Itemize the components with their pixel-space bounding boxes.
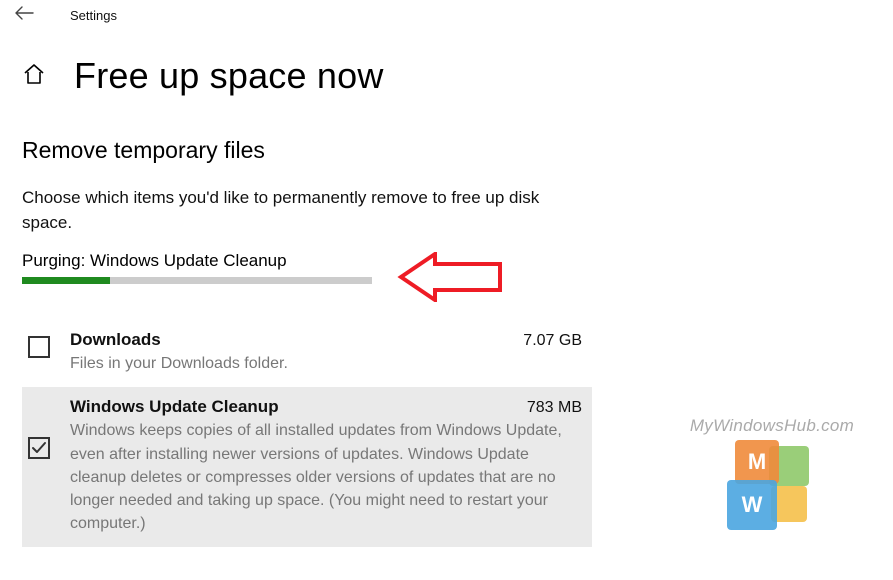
checkbox-unchecked[interactable] (28, 336, 50, 358)
progress-status: Purging: Windows Update Cleanup (22, 251, 598, 271)
item-name: Downloads (70, 330, 161, 350)
home-icon[interactable] (22, 62, 46, 91)
list-item[interactable]: Windows Update Cleanup 783 MB Windows ke… (22, 387, 592, 547)
item-size: 783 MB (527, 399, 582, 417)
app-title: Settings (70, 8, 117, 23)
section-description: Choose which items you'd like to permane… (22, 186, 562, 235)
progress-bar (22, 277, 372, 284)
watermark-text: MyWindowsHub.com (687, 416, 857, 436)
watermark-logo-icon: M W (727, 440, 817, 530)
back-icon[interactable] (14, 6, 34, 25)
cleanup-item-list: Downloads 7.07 GB Files in your Download… (22, 320, 598, 547)
page-title: Free up space now (74, 55, 384, 97)
section-title: Remove temporary files (22, 137, 598, 164)
item-name: Windows Update Cleanup (70, 397, 279, 417)
list-item[interactable]: Downloads 7.07 GB Files in your Download… (22, 320, 592, 387)
watermark: MyWindowsHub.com M W (687, 416, 857, 530)
progress-fill (22, 277, 110, 284)
item-description: Windows keeps copies of all installed up… (70, 419, 582, 535)
checkbox-checked[interactable] (28, 437, 50, 459)
item-description: Files in your Downloads folder. (70, 352, 582, 375)
item-size: 7.07 GB (523, 332, 582, 350)
